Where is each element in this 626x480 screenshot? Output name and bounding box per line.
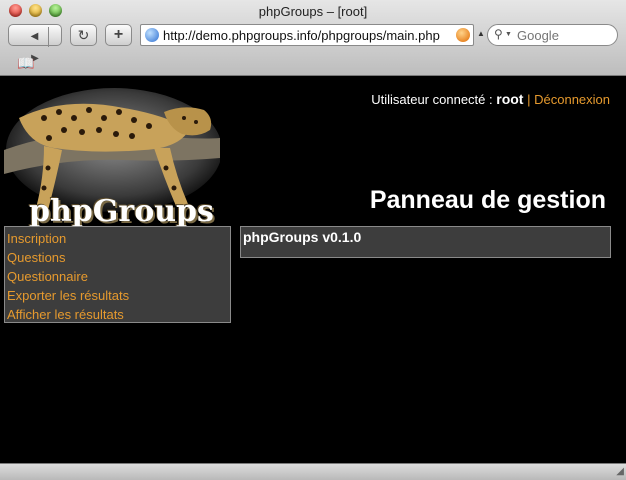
page-title: Panneau de gestion: [369, 186, 606, 214]
search-menu-icon[interactable]: ▼: [505, 31, 512, 38]
user-info: Utilisateur connecté : root | Déconnexio…: [371, 91, 610, 107]
sidebar-item-questionnaire: Questionnaire: [7, 267, 230, 286]
back-button[interactable]: ◀: [22, 27, 49, 47]
back-icon: ◀: [30, 31, 39, 42]
sidebar-link-results[interactable]: Afficher les résultats: [7, 307, 124, 322]
reload-icon: ↻: [77, 27, 90, 43]
rss-icon[interactable]: [456, 28, 470, 42]
browser-toolbar: ◀▶ ↻ + http://demo.phpgroups.info/phpgro…: [0, 23, 626, 64]
title-bar: phpGroups – [root]: [0, 0, 626, 22]
site-globe-icon: [145, 28, 159, 42]
sidebar-item-results: Afficher les résultats: [7, 305, 230, 324]
sidebar-menu: Inscription Questions Questionnaire Expo…: [4, 226, 231, 323]
search-field[interactable]: ⚲ ▼: [487, 24, 618, 46]
sidebar-link-questionnaire[interactable]: Questionnaire: [7, 269, 88, 284]
sidebar-item-inscription: Inscription: [7, 229, 230, 248]
sidebar-link-inscription[interactable]: Inscription: [7, 231, 66, 246]
user-label: Utilisateur connecté :: [371, 92, 493, 107]
user-separator: |: [527, 92, 531, 107]
sidebar-item-export: Exporter les résultats: [7, 286, 230, 305]
web-page: phpGroups Utilisateur connecté : root | …: [0, 76, 626, 463]
add-bookmark-button[interactable]: +: [105, 24, 132, 46]
status-bar: ◢: [0, 463, 626, 480]
address-bar[interactable]: http://demo.phpgroups.info/phpgroups/mai…: [140, 24, 474, 46]
version-text: phpGroups v0.1.0: [243, 229, 362, 245]
search-icon[interactable]: ⚲: [494, 27, 503, 41]
search-input[interactable]: [515, 27, 614, 44]
sidebar-link-export[interactable]: Exporter les résultats: [7, 288, 129, 303]
browser-chrome: phpGroups – [root] ◀▶ ↻ + http://demo.ph…: [0, 0, 626, 76]
sidebar-item-questions: Questions: [7, 248, 230, 267]
bookmarks-bar: 📖: [0, 52, 626, 74]
sidebar-link-questions[interactable]: Questions: [7, 250, 66, 265]
phpgroups-logo: phpGroups: [4, 88, 222, 229]
reload-button[interactable]: ↻: [70, 24, 97, 46]
plus-icon: +: [113, 26, 124, 43]
back-forward-group: ◀▶: [8, 24, 62, 64]
book-icon[interactable]: 📖: [17, 55, 34, 72]
username: root: [496, 91, 524, 107]
logo-text: phpGroups: [29, 194, 214, 229]
resize-grip-icon[interactable]: ◢: [616, 466, 624, 477]
url-dropdown-icon[interactable]: ▲: [477, 29, 485, 38]
main-panel: phpGroups v0.1.0: [240, 226, 611, 258]
logout-link[interactable]: Déconnexion: [534, 92, 610, 107]
window-title: phpGroups – [root]: [258, 4, 368, 19]
url-text[interactable]: http://demo.phpgroups.info/phpgroups/mai…: [163, 28, 451, 43]
sidebar-list: Inscription Questions Questionnaire Expo…: [5, 227, 230, 324]
